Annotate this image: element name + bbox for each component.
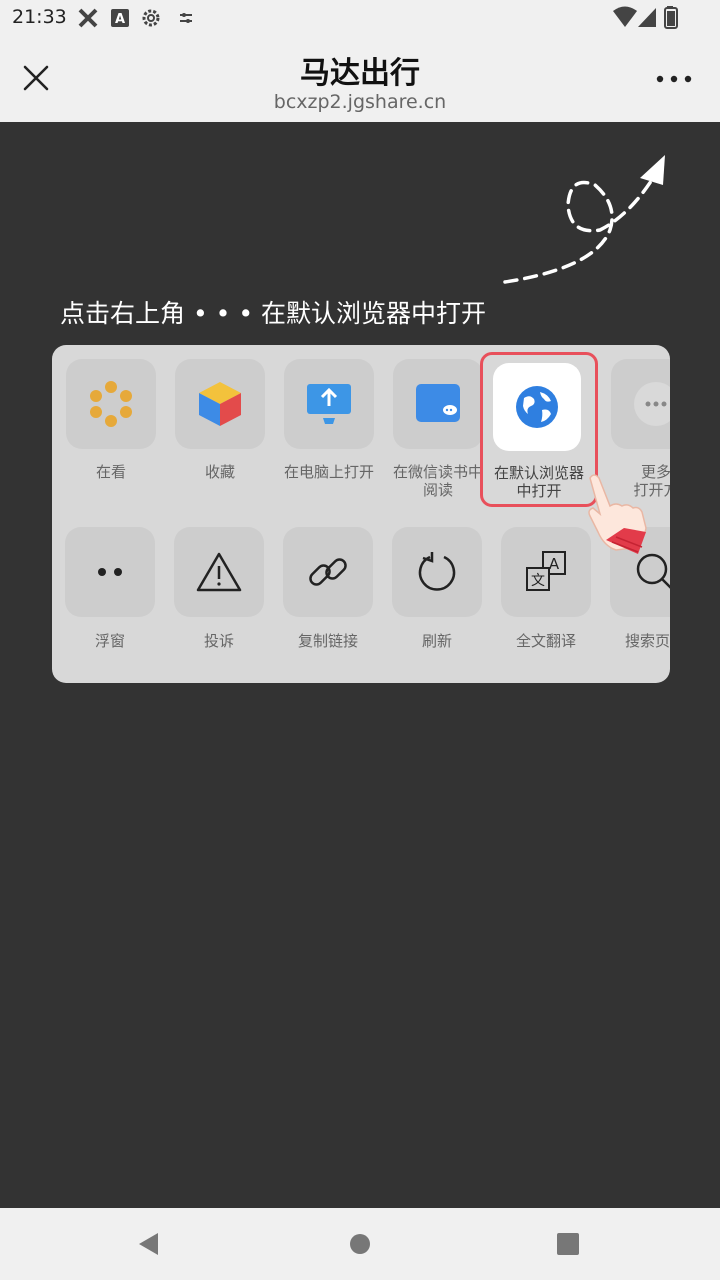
menu-label: 投诉 <box>203 632 234 650</box>
menu-label: 收藏 <box>204 463 235 481</box>
svg-text:A: A <box>115 12 125 27</box>
cube-icon <box>175 359 265 449</box>
back-triangle-icon[interactable] <box>134 1228 166 1260</box>
monitor-upload-icon <box>284 359 374 449</box>
a-badge-icon: A <box>111 9 129 27</box>
wechat-read-icon <box>393 359 483 449</box>
status-bar: 21:33 A <box>0 0 720 36</box>
warning-icon <box>174 527 264 617</box>
wifi-icon <box>613 6 637 27</box>
title-bar: 马达出行 bcxzp2.jgshare.cn <box>0 36 720 122</box>
system-nav-bar <box>0 1208 720 1280</box>
hint-text: 点击右上角 • • • 在默认浏览器中打开 <box>60 299 487 328</box>
more-icon <box>611 359 670 449</box>
svg-text:文: 文 <box>531 573 545 589</box>
link-icon <box>283 527 373 617</box>
menu-label: 全文翻译 <box>515 632 576 650</box>
more-dots-icon[interactable] <box>654 64 694 94</box>
page-url: bcxzp2.jgshare.cn <box>273 91 447 113</box>
signal-icon <box>638 8 656 27</box>
menu-label: 在看 <box>95 463 126 481</box>
star-flower-icon <box>66 359 156 449</box>
menu-label: 浮窗 <box>94 632 125 650</box>
menu-label: 复制链接 <box>297 632 358 650</box>
tune-icon <box>180 13 192 23</box>
gear-icon <box>142 9 160 27</box>
battery-icon <box>664 6 678 29</box>
home-circle-icon[interactable] <box>344 1228 376 1260</box>
page-title: 马达出行 <box>300 56 420 91</box>
recents-square-icon[interactable] <box>552 1228 584 1260</box>
svg-text:A: A <box>549 555 560 573</box>
tools-icon <box>78 8 98 28</box>
menu-label: 搜索页面 <box>624 632 670 650</box>
float-window-icon <box>65 527 155 617</box>
dashed-arrow-icon <box>503 155 665 284</box>
menu-label: 在电脑上打开 <box>283 463 374 481</box>
status-time: 21:33 <box>12 6 67 28</box>
menu-label: 刷新 <box>421 632 452 650</box>
pointing-hand-icon <box>588 474 647 554</box>
refresh-icon <box>392 527 482 617</box>
